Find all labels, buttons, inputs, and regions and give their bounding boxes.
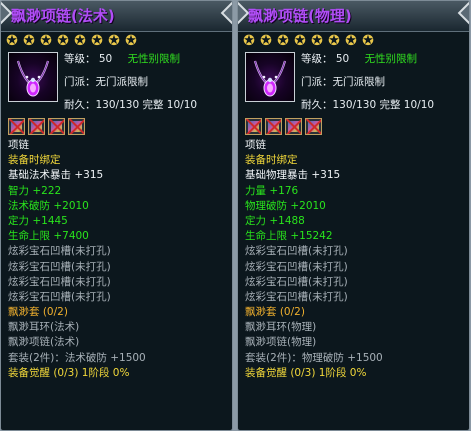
- star-icon: ✪: [125, 33, 137, 49]
- level-info: 等级： 50 无性别限制: [64, 52, 228, 67]
- level-info: 等级： 50 无性别限制: [301, 52, 465, 67]
- gem-slot-line: 炫彩宝石凹槽(未打孔): [245, 275, 348, 288]
- stat-line: 生命上限 +15242: [245, 230, 333, 243]
- star-icon: ✪: [277, 33, 289, 49]
- star-icon: ✪: [260, 33, 272, 49]
- base-stat: 基础物理暴击 +315: [245, 169, 341, 182]
- item-details: 项链 装备时绑定 基础法术暴击 +315 智力 +222 法术破防 +2010 …: [8, 138, 230, 381]
- awaken-status: 装备觉醒 (0/3) 1阶段 0%: [245, 366, 367, 379]
- stat-line: 力量 +176: [245, 184, 299, 197]
- base-stat: 基础法术暴击 +315: [8, 169, 104, 182]
- star-icon: ✪: [328, 33, 340, 49]
- stat-line: 智力 +222: [8, 184, 62, 197]
- gem-slot-line: 炫彩宝石凹槽(未打孔): [245, 260, 348, 273]
- tooltip-title-bar: 飘渺项链(物理): [238, 1, 469, 32]
- star-icon: ✪: [23, 33, 35, 49]
- socket-row: [245, 118, 322, 135]
- socket-row: [8, 118, 85, 135]
- empty-socket-icon: [28, 118, 45, 135]
- level-value: 50: [335, 53, 350, 65]
- star-rating: ✪ ✪ ✪ ✪ ✪ ✪ ✪ ✪: [5, 34, 228, 48]
- star-icon: ✪: [294, 33, 306, 49]
- level-label: 等级：: [64, 53, 96, 65]
- star-icon: ✪: [6, 33, 18, 49]
- star-rating: ✪ ✪ ✪ ✪ ✪ ✪ ✪ ✪: [242, 34, 465, 48]
- awaken-status: 装备觉醒 (0/3) 1阶段 0%: [8, 366, 130, 379]
- gem-slot-line: 炫彩宝石凹槽(未打孔): [8, 245, 111, 258]
- set-name: 飘渺套 (0/2): [245, 306, 305, 319]
- empty-socket-icon: [265, 118, 282, 135]
- empty-socket-icon: [305, 118, 322, 135]
- empty-socket-icon: [48, 118, 65, 135]
- stat-line: 定力 +1488: [245, 214, 305, 227]
- set-bonus: 套装(2件)：法术破防 +1500: [8, 351, 146, 364]
- stat-line: 生命上限 +7400: [8, 230, 89, 243]
- star-icon: ✪: [40, 33, 52, 49]
- star-icon: ✪: [91, 33, 103, 49]
- durability: 耐久：130/130 完整 10/10: [64, 99, 198, 111]
- durability: 耐久：130/130 完整 10/10: [301, 99, 435, 111]
- item-type: 项链: [245, 139, 266, 151]
- star-icon: ✪: [57, 33, 69, 49]
- gem-slot-line: 炫彩宝石凹槽(未打孔): [8, 275, 111, 288]
- set-item: 飘渺耳环(物理): [245, 321, 317, 334]
- item-title: 飘渺项链(物理): [248, 7, 352, 25]
- necklace-icon: [8, 52, 58, 102]
- empty-socket-icon: [68, 118, 85, 135]
- star-icon: ✪: [243, 33, 255, 49]
- star-icon: ✪: [311, 33, 323, 49]
- empty-socket-icon: [245, 118, 262, 135]
- gem-slot-line: 炫彩宝石凹槽(未打孔): [245, 290, 348, 303]
- set-item: 飘渺项链(法术): [8, 336, 80, 349]
- bind-status: 装备时绑定: [245, 154, 298, 167]
- star-icon: ✪: [74, 33, 86, 49]
- item-details: 项链 装备时绑定 基础物理暴击 +315 力量 +176 物理破防 +2010 …: [245, 138, 467, 381]
- bind-status: 装备时绑定: [8, 154, 61, 167]
- set-name: 飘渺套 (0/2): [8, 306, 68, 319]
- sect-limit: 门派：无门派限制: [301, 76, 385, 88]
- star-icon: ✪: [362, 33, 374, 49]
- level-value: 50: [98, 53, 113, 65]
- star-icon: ✪: [108, 33, 120, 49]
- stat-line: 定力 +1445: [8, 214, 68, 227]
- tooltip-panel-physical: 飘渺项链(物理) ✪ ✪ ✪ ✪ ✪ ✪ ✪ ✪ 等级： 50 无性别限制 门派…: [237, 0, 470, 431]
- item-title: 飘渺项链(法术): [11, 7, 115, 25]
- stat-line: 物理破防 +2010: [245, 199, 326, 212]
- set-item: 飘渺项链(物理): [245, 336, 317, 349]
- set-bonus: 套装(2件)：物理破防 +1500: [245, 351, 383, 364]
- gender-limit: 无性别限制: [127, 53, 181, 65]
- tooltip-panel-magic: 飘渺项链(法术) ✪ ✪ ✪ ✪ ✪ ✪ ✪ ✪ 等级： 50 无性别限制 门派…: [0, 0, 233, 431]
- level-label: 等级：: [301, 53, 333, 65]
- star-icon: ✪: [345, 33, 357, 49]
- empty-socket-icon: [8, 118, 25, 135]
- gem-slot-line: 炫彩宝石凹槽(未打孔): [8, 260, 111, 273]
- tooltip-title-bar: 飘渺项链(法术): [1, 1, 232, 32]
- empty-socket-icon: [285, 118, 302, 135]
- item-type: 项链: [8, 139, 29, 151]
- gem-slot-line: 炫彩宝石凹槽(未打孔): [8, 290, 111, 303]
- set-item: 飘渺耳环(法术): [8, 321, 80, 334]
- sect-limit: 门派：无门派限制: [64, 76, 148, 88]
- gem-slot-line: 炫彩宝石凹槽(未打孔): [245, 245, 348, 258]
- necklace-icon: [245, 52, 295, 102]
- stat-line: 法术破防 +2010: [8, 199, 89, 212]
- gender-limit: 无性别限制: [364, 53, 418, 65]
